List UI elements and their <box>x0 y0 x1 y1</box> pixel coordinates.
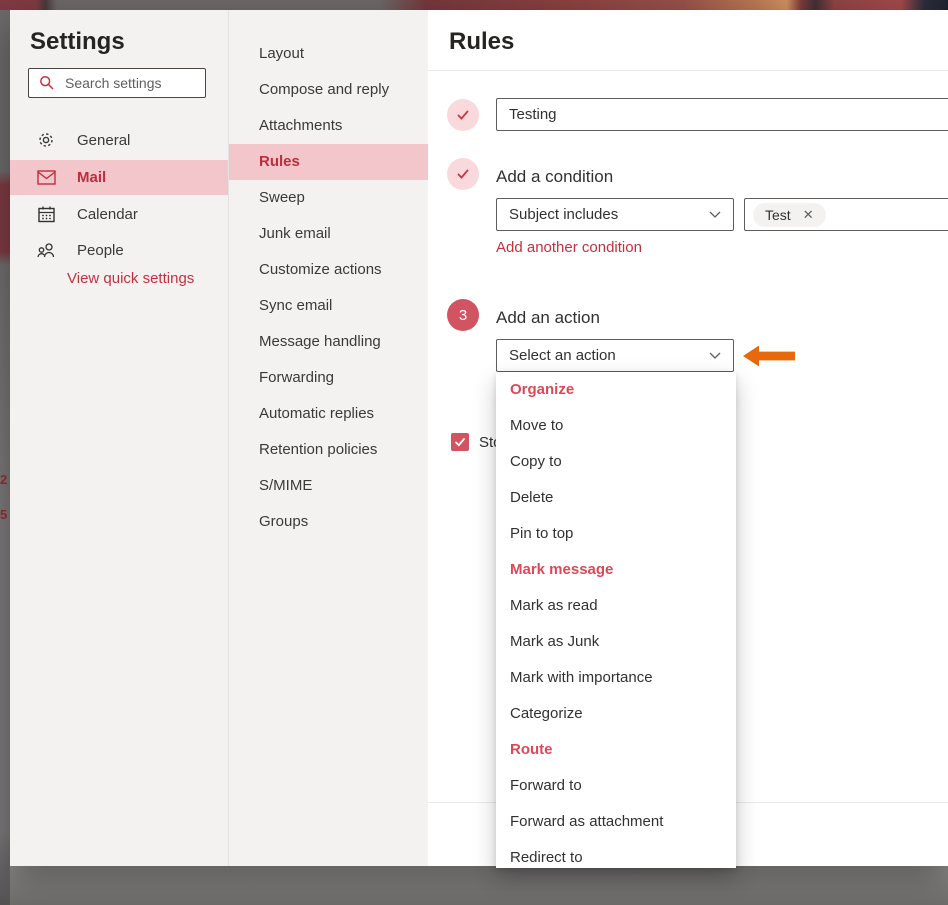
dropdown-item-copy-to[interactable]: Copy to <box>496 444 736 480</box>
chevron-down-icon <box>709 211 721 218</box>
sidebar-item-people[interactable]: People <box>10 232 228 268</box>
condition-tag[interactable]: Test ✕ <box>753 203 826 227</box>
add-another-condition-link[interactable]: Add another condition <box>496 239 642 256</box>
nav-item-customize-actions[interactable]: Customize actions <box>229 252 428 288</box>
calendar-icon <box>36 206 56 223</box>
sidebar-item-label: Calendar <box>77 206 138 223</box>
nav-item-sweep[interactable]: Sweep <box>229 180 428 216</box>
title-divider <box>428 70 948 71</box>
view-quick-settings-link[interactable]: View quick settings <box>67 270 194 287</box>
search-settings-box[interactable] <box>28 68 206 98</box>
check-icon <box>454 436 466 448</box>
dropdown-item-delete[interactable]: Delete <box>496 480 736 516</box>
sidebar-item-mail[interactable]: Mail <box>10 160 228 195</box>
rules-panel: Rules Add a condition Subject includes <box>428 10 948 866</box>
nav-item-forwarding[interactable]: Forwarding <box>229 360 428 396</box>
people-icon <box>36 242 56 258</box>
dropdown-item-forward-to[interactable]: Forward to <box>496 768 736 804</box>
nav-item-layout[interactable]: Layout <box>229 36 428 72</box>
dropdown-item-mark-as-junk[interactable]: Mark as Junk <box>496 624 736 660</box>
background-left-strip: 2 5 <box>0 10 10 905</box>
background-unread-count: 2 <box>0 472 7 487</box>
condition-value-input[interactable]: Test ✕ <box>744 198 948 231</box>
annotation-arrow-icon <box>742 344 796 368</box>
remove-tag-icon[interactable]: ✕ <box>803 207 814 223</box>
step-3-indicator: 3 <box>447 299 479 331</box>
background-app-strip <box>0 0 948 10</box>
check-icon <box>455 107 471 123</box>
nav-item-smime[interactable]: S/MIME <box>229 468 428 504</box>
nav-item-retention-policies[interactable]: Retention policies <box>229 432 428 468</box>
dropdown-item-forward-as-attachment[interactable]: Forward as attachment <box>496 804 736 840</box>
action-dropdown-menu: Organize Move to Copy to Delete Pin to t… <box>496 372 736 868</box>
dropdown-item-mark-as-read[interactable]: Mark as read <box>496 588 736 624</box>
settings-modal: Settings General <box>10 10 948 866</box>
check-icon <box>455 166 471 182</box>
dropdown-item-categorize[interactable]: Categorize <box>496 696 736 732</box>
chevron-down-icon <box>709 352 721 359</box>
settings-title: Settings <box>30 28 125 56</box>
step-2-indicator <box>447 158 479 190</box>
dropdown-group-header: Organize <box>496 372 736 408</box>
screen: 2 5 Settings General <box>0 0 948 905</box>
condition-select-value: Subject includes <box>509 206 618 223</box>
action-heading: Add an action <box>496 308 600 328</box>
gear-icon <box>36 131 56 149</box>
sidebar-item-label: Mail <box>77 169 106 186</box>
nav-item-sync-email[interactable]: Sync email <box>229 288 428 324</box>
step-1-indicator <box>447 99 479 131</box>
sidebar-item-label: General <box>77 132 130 149</box>
page-title: Rules <box>449 28 514 56</box>
nav-item-message-handling[interactable]: Message handling <box>229 324 428 360</box>
nav-item-groups[interactable]: Groups <box>229 504 428 540</box>
dropdown-group-header: Mark message <box>496 552 736 588</box>
nav-item-compose-and-reply[interactable]: Compose and reply <box>229 72 428 108</box>
sidebar-item-label: People <box>77 242 124 259</box>
background-unread-count: 5 <box>0 507 7 522</box>
nav-item-attachments[interactable]: Attachments <box>229 108 428 144</box>
action-select[interactable]: Select an action <box>496 339 734 372</box>
nav-item-junk-email[interactable]: Junk email <box>229 216 428 252</box>
sidebar-item-general[interactable]: General <box>10 122 228 158</box>
dropdown-group-header: Route <box>496 732 736 768</box>
dropdown-item-pin-to-top[interactable]: Pin to top <box>496 516 736 552</box>
stop-processing-checkbox-row[interactable]: Sto <box>451 433 502 451</box>
search-settings-input[interactable] <box>63 74 187 92</box>
nav-item-rules[interactable]: Rules <box>229 144 428 180</box>
nav-item-automatic-replies[interactable]: Automatic replies <box>229 396 428 432</box>
condition-heading: Add a condition <box>496 167 613 187</box>
mail-settings-nav: Layout Compose and reply Attachments Rul… <box>228 10 428 866</box>
dropdown-item-mark-with-importance[interactable]: Mark with importance <box>496 660 736 696</box>
condition-tag-label: Test <box>765 207 791 223</box>
rule-name-input[interactable] <box>496 98 948 131</box>
background-overlay-bottom <box>10 866 948 905</box>
step-3-number: 3 <box>459 307 467 324</box>
mail-icon <box>36 170 56 185</box>
search-icon <box>39 75 55 91</box>
dropdown-item-move-to[interactable]: Move to <box>496 408 736 444</box>
condition-select[interactable]: Subject includes <box>496 198 734 231</box>
action-select-value: Select an action <box>509 347 616 364</box>
sidebar-item-calendar[interactable]: Calendar <box>10 196 228 232</box>
settings-sidebar: Settings General <box>10 10 228 866</box>
checkbox-checked[interactable] <box>451 433 469 451</box>
dropdown-item-redirect-to[interactable]: Redirect to <box>496 840 736 868</box>
